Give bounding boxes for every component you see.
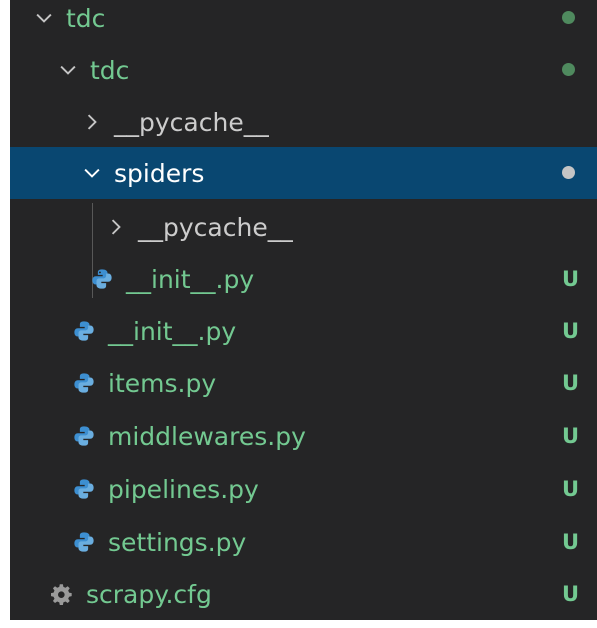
tree-item-label: __pycache__ xyxy=(138,212,293,242)
tree-item-label: settings.py xyxy=(108,527,247,557)
tree-folder-tdc[interactable]: tdc xyxy=(10,44,597,96)
tree-folder-tdc-root[interactable]: tdc xyxy=(10,0,597,44)
untracked-badge: U xyxy=(561,477,579,501)
tree-item-label: pipelines.py xyxy=(108,474,259,504)
tree-item-label: __init__.py xyxy=(108,316,237,346)
tree-folder-spiders-pycache[interactable]: __pycache__ xyxy=(10,201,597,253)
chevron-down-icon xyxy=(80,161,104,185)
untracked-badge: U xyxy=(561,319,579,343)
chevron-right-icon xyxy=(104,215,128,239)
gear-icon xyxy=(50,582,74,606)
python-icon xyxy=(72,371,96,395)
python-icon xyxy=(72,424,96,448)
tree-folder-pycache[interactable]: __pycache__ xyxy=(10,96,597,148)
modified-dot-indicator xyxy=(562,166,575,179)
modified-dot-indicator xyxy=(562,11,575,24)
untracked-badge: U xyxy=(561,371,579,395)
chevron-down-icon xyxy=(32,6,56,30)
chevron-down-icon xyxy=(56,58,80,82)
tree-item-label: items.py xyxy=(108,368,217,398)
python-icon xyxy=(90,267,114,291)
tree-file-scrapy-cfg[interactable]: scrapy.cfg U xyxy=(10,568,597,620)
tree-item-label: tdc xyxy=(66,3,106,33)
tree-file-spiders-init-py[interactable]: __init__.py U xyxy=(10,253,597,305)
tree-item-label: tdc xyxy=(90,55,130,85)
modified-dot-indicator xyxy=(562,63,575,76)
tree-item-label: __init__.py xyxy=(126,264,255,294)
tree-folder-spiders[interactable]: spiders xyxy=(10,147,597,199)
tree-file-middlewares-py[interactable]: middlewares.py U xyxy=(10,410,597,462)
tree-item-label: middlewares.py xyxy=(108,421,306,451)
tree-item-label: __pycache__ xyxy=(114,107,269,137)
file-explorer: tdc tdc __pycache__ spiders __pycache__ xyxy=(10,0,597,620)
tree-item-label: spiders xyxy=(114,158,205,188)
untracked-badge: U xyxy=(561,530,579,554)
tree-file-settings-py[interactable]: settings.py U xyxy=(10,516,597,568)
tree-file-init-py[interactable]: __init__.py U xyxy=(10,305,597,357)
tree-file-pipelines-py[interactable]: pipelines.py U xyxy=(10,463,597,515)
tree-item-label: scrapy.cfg xyxy=(86,579,212,609)
untracked-badge: U xyxy=(561,424,579,448)
untracked-badge: U xyxy=(561,267,579,291)
python-icon xyxy=(72,319,96,343)
tree-file-items-py[interactable]: items.py U xyxy=(10,357,597,409)
python-icon xyxy=(72,530,96,554)
chevron-right-icon xyxy=(80,110,104,134)
untracked-badge: U xyxy=(561,582,579,606)
python-icon xyxy=(72,477,96,501)
